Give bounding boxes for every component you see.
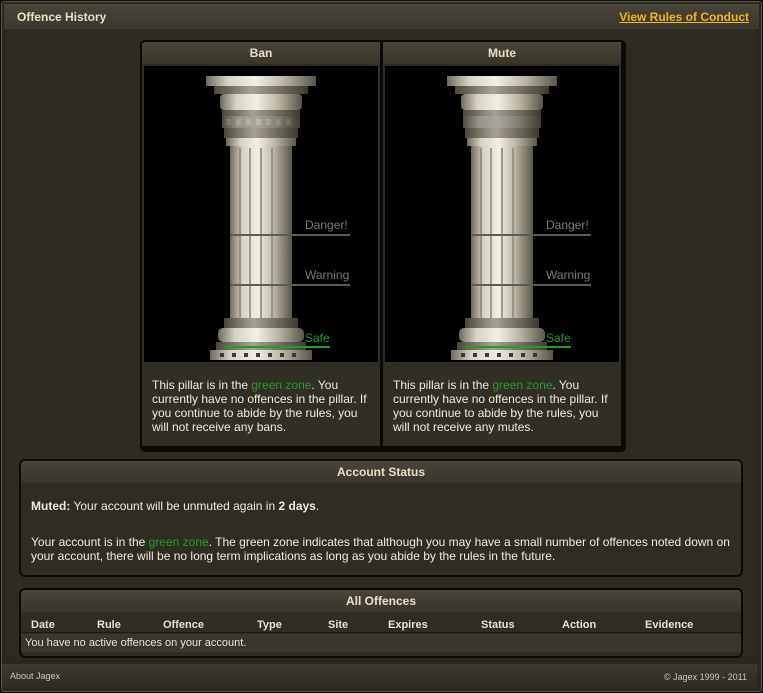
column-evidence: Evidence — [645, 619, 694, 631]
all-offences-title: All Offences — [21, 590, 741, 612]
muted-days: 2 days — [278, 499, 316, 513]
column-rule: Rule — [97, 619, 121, 631]
pillars-panel: Ban Danger! Warning Safe This pillar is … — [140, 40, 626, 452]
zone-status-text: Your account is in the green zone. The g… — [31, 535, 731, 563]
column-status: Status — [481, 619, 515, 631]
column-action: Action — [562, 619, 597, 631]
ban-pillar-stage: Danger! Warning Safe — [144, 66, 378, 362]
desc-text: This pillar is in the — [152, 378, 252, 392]
mute-pillar-stage: Danger! Warning Safe — [385, 66, 619, 362]
green-zone-text: green zone — [251, 378, 312, 392]
green-zone-text: green zone — [148, 535, 209, 549]
green-zone-text: green zone — [492, 378, 553, 392]
muted-text: Your account will be unmuted again in — [70, 499, 279, 513]
ban-pillar-graphic: Danger! Warning Safe — [206, 76, 350, 360]
mute-pillar-description: This pillar is in the green zone. You cu… — [393, 378, 615, 434]
column-offence: Offence — [163, 619, 204, 631]
ban-pillar-column: Ban Danger! Warning Safe This pillar is … — [142, 42, 380, 446]
account-status-title: Account Status — [21, 461, 741, 483]
safe-label: Safe — [546, 331, 571, 345]
column-expires: Expires — [388, 619, 428, 631]
column-date: Date — [31, 619, 55, 631]
safe-label: Safe — [305, 331, 330, 345]
column-type: Type — [257, 619, 282, 631]
capital-top — [206, 76, 316, 86]
danger-label: Danger! — [546, 218, 589, 232]
empty-message: You have no active offences on your acco… — [25, 637, 247, 649]
muted-end: . — [315, 499, 320, 513]
desc-text: This pillar is in the — [393, 378, 493, 392]
footer: About Jagex © Jagex 1999 - 2011 — [2, 664, 757, 688]
mute-pillar-title: Mute — [383, 42, 621, 64]
all-offences-panel: All Offences Date Rule Offence Type Site… — [19, 588, 743, 658]
about-jagex-link[interactable]: About Jagex — [10, 671, 60, 681]
zone-pre: Your account is in the — [31, 535, 149, 549]
mute-status-text: Muted: Your account will be unmuted agai… — [31, 499, 731, 513]
view-rules-link[interactable]: View Rules of Conduct — [619, 10, 749, 24]
warning-label: Warning — [305, 268, 349, 282]
muted-label: Muted: — [31, 499, 71, 513]
ban-pillar-title: Ban — [142, 42, 380, 64]
offences-table-header: Date Rule Offence Type Site Expires Stat… — [21, 614, 741, 633]
copyright-text: © Jagex 1999 - 2011 — [663, 672, 747, 682]
account-status-panel: Account Status Muted: Your account will … — [19, 459, 743, 577]
mute-pillar-graphic: Danger! Warning Safe — [447, 76, 591, 360]
warning-label: Warning — [546, 268, 590, 282]
ban-pillar-description: This pillar is in the green zone. You cu… — [152, 378, 374, 434]
page-title: Offence History — [17, 10, 107, 24]
column-site: Site — [328, 619, 349, 631]
title-bar: Offence History View Rules of Conduct — [4, 4, 759, 31]
mute-pillar-column: Mute Danger! Warning Safe This pillar is… — [383, 42, 621, 446]
offences-empty-row: You have no active offences on your acco… — [21, 634, 741, 652]
danger-label: Danger! — [305, 218, 348, 232]
